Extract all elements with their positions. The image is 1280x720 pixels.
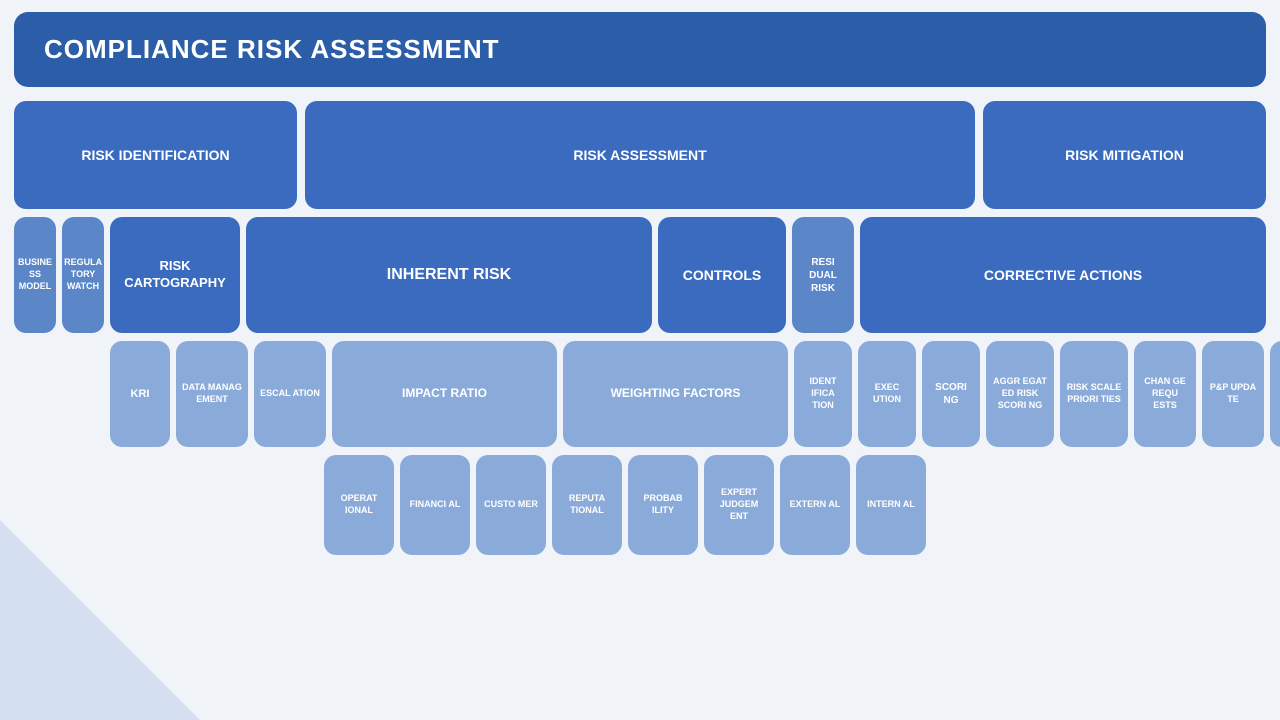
external-box: EXTERN AL [780, 455, 850, 555]
kri-box: KRI [110, 341, 170, 447]
identification-box: IDENT IFICA TION [794, 341, 852, 447]
level4-row: OPERAT IONAL FINANCI AL CUSTO MER REPUTA… [14, 455, 1266, 555]
customer-box: CUSTO MER [476, 455, 546, 555]
level3-row: KRI DATA MANAG EMENT ESCAL ATION IMPACT … [14, 341, 1266, 447]
risk-scale-box: RISK SCALE PRIORI TIES [1060, 341, 1128, 447]
execution-box: EXEC UTION [858, 341, 916, 447]
data-management-box: DATA MANAG EMENT [176, 341, 248, 447]
controls-box: CONTROLS [658, 217, 786, 333]
l3-spacer1 [14, 341, 104, 447]
probability-box: PROBAB ILITY [628, 455, 698, 555]
change-requests-box: CHAN GE REQU ESTS [1134, 341, 1196, 447]
internal-box: INTERN AL [856, 455, 926, 555]
business-model-box: BUSINE SS MODEL [14, 217, 56, 333]
pp-update-box: P&P UPDA TE [1202, 341, 1264, 447]
regulatory-watch-box: REGULA TORY WATCH [62, 217, 104, 333]
weighting-factors-box: WEIGHTING FACTORS [563, 341, 788, 447]
level2-row: BUSINE SS MODEL REGULA TORY WATCH RISK C… [14, 217, 1266, 333]
risk-assessment-box: RISK ASSESSMENT [305, 101, 975, 209]
operational-box: OPERAT IONAL [324, 455, 394, 555]
risk-mitigation-box: RISK MITIGATION [983, 101, 1266, 209]
reputational-box: REPUTA TIONAL [552, 455, 622, 555]
financial-box: FINANCI AL [400, 455, 470, 555]
risk-cartography-box: RISK CARTOGRAPHY [110, 217, 240, 333]
residual-risk-box: RESI DUAL RISK [792, 217, 854, 333]
inherent-risk-box: INHERENT RISK [246, 217, 652, 333]
header-box: COMPLIANCE RISK ASSESSMENT [14, 12, 1266, 87]
risk-identification-box: RISK IDENTIFICATION [14, 101, 297, 209]
bg-decoration [0, 520, 200, 720]
escalation-box: ESCAL ATION [254, 341, 326, 447]
expert-judgement-box: EXPERT JUDGEM ENT [704, 455, 774, 555]
scoring-box: SCORI NG [922, 341, 980, 447]
impact-ratio-box: IMPACT RATIO [332, 341, 557, 447]
level1-row: RISK IDENTIFICATION RISK ASSESSMENT RISK… [14, 101, 1266, 209]
header-title: COMPLIANCE RISK ASSESSMENT [44, 34, 500, 64]
main-container: COMPLIANCE RISK ASSESSMENT RISK IDENTIFI… [0, 0, 1280, 720]
aggregated-risk-box: AGGR EGAT ED RISK SCORI NG [986, 341, 1054, 447]
corrective-actions-box: CORRECTIVE ACTIONS [860, 217, 1266, 333]
controls-update-box: CONT ROLS UPDA TE [1270, 341, 1280, 447]
